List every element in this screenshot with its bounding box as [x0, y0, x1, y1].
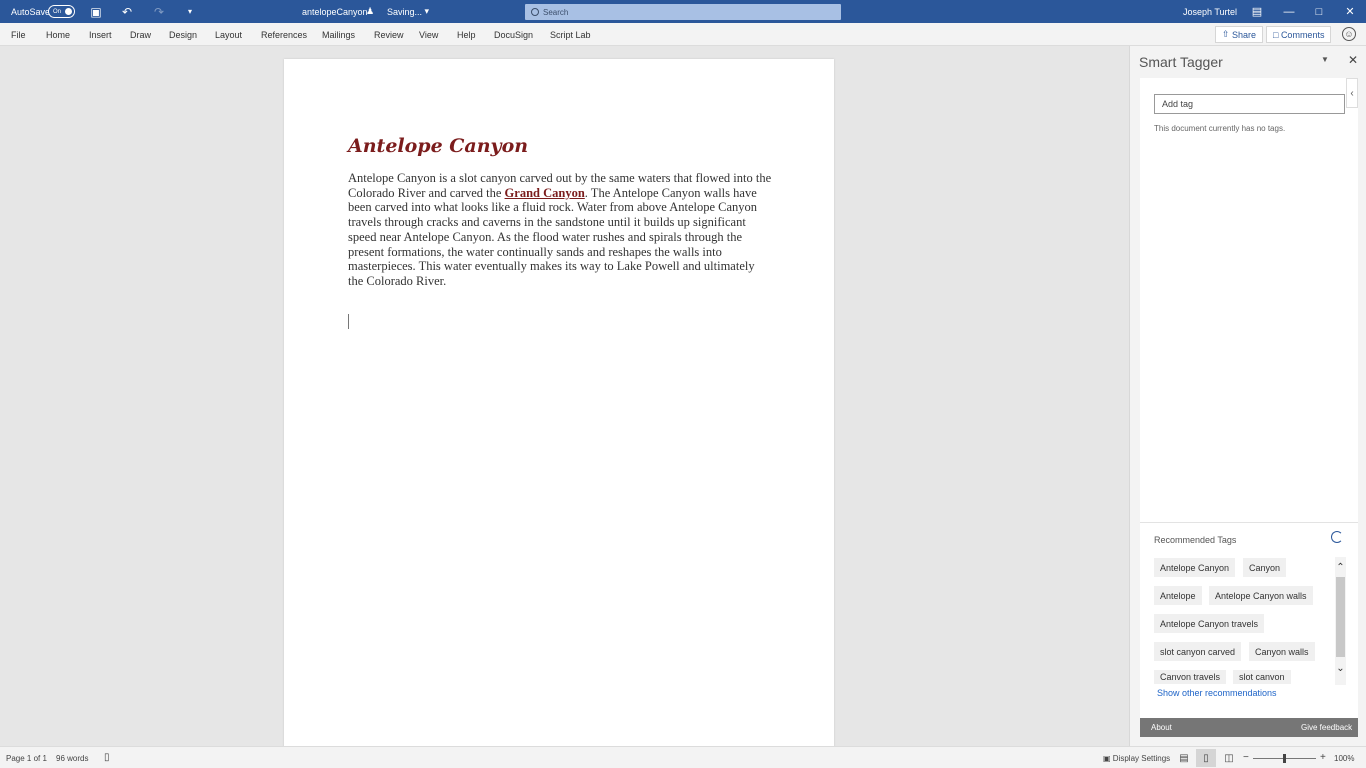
monitor-icon: ▣	[1103, 754, 1113, 763]
tab-home[interactable]: Home	[46, 23, 70, 46]
give-feedback-link[interactable]: Give feedback	[1301, 723, 1352, 732]
word-count[interactable]: 96 words	[56, 754, 88, 763]
refresh-icon[interactable]	[1331, 531, 1343, 543]
undo-icon[interactable]: ↶	[119, 0, 135, 23]
tab-layout[interactable]: Layout	[215, 23, 242, 46]
ribbon-tabs: File Home Insert Draw Design Layout Refe…	[0, 23, 1366, 46]
tab-view[interactable]: View	[419, 23, 438, 46]
pane-footer: About Give feedback	[1140, 718, 1358, 737]
share-button[interactable]: ⇧ Share	[1215, 26, 1264, 43]
about-link[interactable]: About	[1151, 723, 1172, 732]
ribbon-display-icon[interactable]: ▤	[1242, 0, 1272, 23]
share-icon: ⇧	[1222, 29, 1233, 39]
zoom-slider[interactable]	[1253, 754, 1316, 763]
pane-options-icon[interactable]: ▼	[1321, 55, 1329, 64]
feedback-smiley-icon[interactable]: ☺	[1342, 27, 1356, 41]
tag-chip[interactable]: slot canvon	[1233, 670, 1291, 684]
scroll-up-icon[interactable]: ⌃	[1335, 562, 1346, 573]
search-box[interactable]: Search	[525, 4, 841, 20]
tags-scrollbar[interactable]: ⌃ ⌄	[1335, 557, 1346, 685]
status-bar: Page 1 of 1 96 words ▯ ▣ Display Setting…	[0, 746, 1366, 768]
zoom-slider-thumb[interactable]	[1283, 754, 1286, 763]
scroll-thumb[interactable]	[1336, 577, 1345, 657]
divider	[1140, 522, 1358, 523]
document-page[interactable]: Antelope Canyon Antelope Canyon is a slo…	[284, 59, 834, 749]
tag-chip[interactable]: Antelope Canyon travels	[1154, 614, 1265, 633]
print-layout-icon[interactable]: ▯	[1196, 749, 1216, 767]
zoom-in-icon[interactable]: +	[1320, 752, 1326, 763]
zoom-out-icon[interactable]: −	[1243, 752, 1249, 763]
saving-status[interactable]: Saving... ▾	[387, 0, 429, 23]
pane-close-icon[interactable]: ✕	[1348, 53, 1358, 67]
maximize-icon[interactable]: □	[1304, 0, 1334, 23]
pane-collapse-chevron-icon[interactable]: ‹	[1346, 78, 1358, 108]
grand-canyon-link[interactable]: Grand Canyon	[505, 186, 585, 200]
pane-title: Smart Tagger	[1139, 54, 1223, 70]
recommended-tags-title: Recommended Tags	[1154, 535, 1237, 545]
autosave-label: AutoSave	[11, 6, 51, 17]
saving-text: Saving...	[387, 6, 423, 17]
search-placeholder: Search	[543, 7, 569, 17]
tab-docusign[interactable]: DocuSign	[494, 23, 533, 46]
comments-button[interactable]: □ Comments	[1266, 26, 1332, 43]
tab-file[interactable]: File	[11, 23, 26, 46]
tab-script-lab[interactable]: Script Lab	[550, 23, 591, 46]
tab-insert[interactable]: Insert	[89, 23, 112, 46]
redo-icon[interactable]: ↷	[151, 0, 167, 23]
user-name[interactable]: Joseph Turtel	[1183, 0, 1237, 23]
text-caret	[348, 314, 349, 329]
autosave-state: On	[53, 8, 62, 15]
tag-chip[interactable]: Antelope Canyon walls	[1209, 586, 1313, 605]
display-settings-label: Display Settings	[1112, 754, 1171, 763]
comments-label: Comments	[1280, 29, 1325, 40]
share-label: Share	[1232, 29, 1257, 40]
web-layout-icon[interactable]: ◫	[1219, 749, 1239, 767]
pane-content: This document currently has no tags. Rec…	[1140, 78, 1358, 718]
tag-chip[interactable]: Canyon walls	[1249, 642, 1315, 661]
zoom-level[interactable]: 100%	[1334, 754, 1354, 763]
paragraph-text-after: . The Antelope Canyon walls have been ca…	[348, 185, 758, 288]
comment-icon: □	[1273, 29, 1281, 40]
tab-references[interactable]: References	[261, 23, 307, 46]
tab-mailings[interactable]: Mailings	[322, 23, 355, 46]
tag-chip[interactable]: Antelope Canyon	[1154, 558, 1236, 577]
read-mode-icon[interactable]: ▤	[1174, 749, 1194, 767]
smart-tagger-pane: Smart Tagger ▼ ✕ This document currently…	[1129, 46, 1366, 746]
close-icon[interactable]: ✕	[1335, 0, 1365, 23]
scroll-down-icon[interactable]: ⌄	[1335, 663, 1346, 674]
tab-design[interactable]: Design	[169, 23, 197, 46]
search-icon	[531, 8, 539, 16]
add-tag-input[interactable]	[1154, 94, 1345, 114]
tab-review[interactable]: Review	[374, 23, 404, 46]
show-other-recommendations-link[interactable]: Show other recommendations	[1157, 688, 1277, 698]
tag-chip[interactable]: slot canyon carved	[1154, 642, 1242, 661]
title-bar: AutoSave On ▣ ↶ ↷ ▾ antelopeCanyon ♟ Sav…	[0, 0, 1366, 23]
document-paragraph[interactable]: Antelope Canyon is a slot canyon carved …	[348, 171, 772, 289]
document-heading[interactable]: Antelope Canyon	[348, 135, 528, 157]
document-title[interactable]: antelopeCanyon	[302, 0, 368, 23]
minimize-icon[interactable]: —	[1274, 0, 1304, 23]
person-icon: ♟	[366, 6, 375, 16]
autosave-toggle[interactable]: On	[48, 5, 75, 18]
read-aloud-book-icon[interactable]: ▯	[104, 752, 110, 763]
save-icon[interactable]: ▣	[88, 0, 104, 23]
page-count[interactable]: Page 1 of 1	[6, 754, 47, 763]
toggle-knob	[65, 8, 72, 15]
display-settings-button[interactable]: ▣ Display Settings	[1103, 754, 1170, 763]
tag-chip[interactable]: Antelope	[1154, 586, 1202, 605]
tag-chip[interactable]: Canvon travels	[1154, 670, 1227, 684]
tab-draw[interactable]: Draw	[130, 23, 151, 46]
tab-help[interactable]: Help	[457, 23, 476, 46]
customize-qat-icon[interactable]: ▾	[182, 0, 198, 23]
no-tags-message: This document currently has no tags.	[1154, 124, 1286, 133]
tag-chip[interactable]: Canyon	[1243, 558, 1287, 577]
